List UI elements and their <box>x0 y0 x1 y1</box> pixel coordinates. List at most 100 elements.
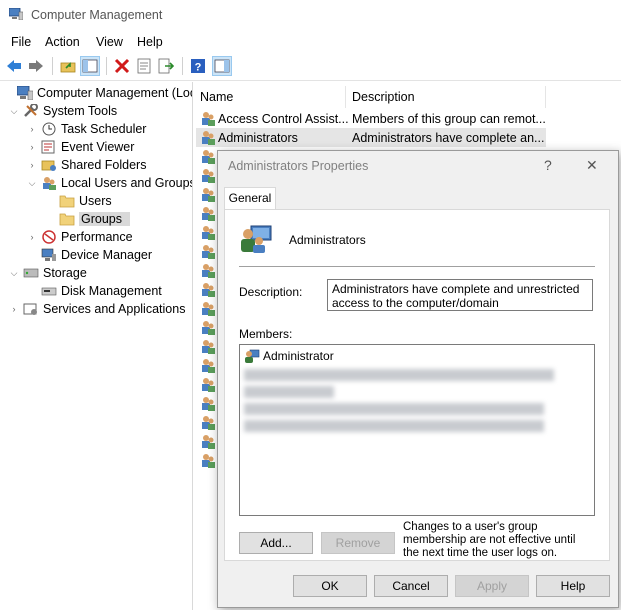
services-icon <box>23 303 37 315</box>
tree-local-users-groups[interactable]: ⌵ Local Users and Groups <box>26 174 193 192</box>
tree-users[interactable]: Users <box>44 192 112 210</box>
column-header-name[interactable]: Name <box>200 86 344 108</box>
add-button[interactable]: Add... <box>239 532 313 554</box>
computer-management-icon <box>17 86 33 100</box>
toolbar: ? <box>0 53 621 81</box>
tree-label: Disk Management <box>61 284 162 298</box>
forward-icon[interactable] <box>26 56 46 76</box>
export-icon[interactable] <box>156 56 176 76</box>
tree-label: Storage <box>43 266 87 280</box>
tree-label: Local Users and Groups <box>61 176 193 190</box>
tree-disk-management[interactable]: Disk Management <box>26 282 162 300</box>
menu-bar: File Action View Help <box>0 31 621 53</box>
menu-action[interactable]: Action <box>45 35 80 49</box>
column-separator[interactable] <box>345 86 346 108</box>
toolbar-separator <box>106 57 107 75</box>
help-button[interactable]: Help <box>536 575 610 597</box>
event-viewer-icon <box>41 140 55 154</box>
console-tree: Computer Management (Local ⌵ System Tool… <box>0 82 193 610</box>
tree-label: Groups <box>79 212 130 226</box>
group-icon <box>202 416 215 430</box>
properties-icon[interactable] <box>134 56 154 76</box>
menu-file[interactable]: File <box>11 35 31 49</box>
collapse-icon[interactable]: ⌵ <box>26 178 38 189</box>
help-glyph-button[interactable]: ? <box>544 157 552 173</box>
window-title: Computer Management <box>31 8 163 22</box>
list-row[interactable]: Access Control Assist... Members of this… <box>196 109 546 128</box>
group-name: Administrators <box>218 130 298 145</box>
collapse-icon[interactable]: ⌵ <box>8 106 20 117</box>
help-icon[interactable]: ? <box>188 56 208 76</box>
tab-general[interactable]: General <box>224 187 276 210</box>
expand-icon[interactable]: › <box>26 142 38 152</box>
column-separator[interactable] <box>545 86 546 108</box>
toolbar-separator <box>182 57 183 75</box>
disk-icon <box>41 287 57 296</box>
folder-icon <box>59 213 75 226</box>
close-button[interactable]: ✕ <box>586 157 598 174</box>
member-item[interactable]: Administrator <box>244 349 334 363</box>
tree-label: Device Manager <box>61 248 153 262</box>
column-description-label: Description <box>352 90 415 104</box>
description-field[interactable]: Administrators have complete and unrestr… <box>327 279 593 311</box>
description-label: Description: <box>239 285 303 299</box>
menu-view[interactable]: View <box>96 35 123 49</box>
tab-panel-general: Administrators Description: Administrato… <box>224 209 610 561</box>
group-name: Administrators <box>289 233 366 247</box>
group-icon <box>202 378 215 392</box>
members-list[interactable]: Administrator <box>239 344 595 516</box>
back-icon[interactable] <box>4 56 24 76</box>
tree-label: Task Scheduler <box>61 122 147 136</box>
menu-help[interactable]: Help <box>137 35 163 49</box>
group-icon <box>202 207 215 221</box>
expand-icon[interactable]: › <box>26 124 38 134</box>
group-icon <box>202 245 215 259</box>
tree-groups[interactable]: Groups <box>44 210 130 228</box>
tree-shared-folders[interactable]: › Shared Folders <box>26 156 147 174</box>
tree-label: Computer Management (Local <box>37 86 193 100</box>
tree-services-applications[interactable]: › Services and Applications <box>8 300 186 318</box>
group-icon <box>202 435 215 449</box>
list-row[interactable]: Administrators Administrators have compl… <box>196 128 546 147</box>
member-name: Administrator <box>263 349 334 363</box>
tree-storage[interactable]: ⌵ Storage <box>8 264 87 282</box>
expand-icon[interactable]: › <box>8 304 20 314</box>
clock-icon <box>42 122 56 136</box>
tree-event-viewer[interactable]: › Event Viewer <box>26 138 135 156</box>
tree-system-tools[interactable]: ⌵ System Tools <box>8 102 117 120</box>
device-manager-icon <box>41 248 56 261</box>
tree-label: System Tools <box>43 104 118 118</box>
collapse-icon[interactable]: ⌵ <box>8 268 20 279</box>
expand-icon[interactable]: › <box>26 232 38 242</box>
computer-management-icon <box>9 8 23 20</box>
tree-task-scheduler[interactable]: › Task Scheduler <box>26 120 147 138</box>
user-icon <box>245 349 260 363</box>
tree-root[interactable]: Computer Management (Local <box>2 84 193 102</box>
group-icon <box>202 130 215 145</box>
up-folder-icon[interactable] <box>58 56 78 76</box>
tree-device-manager[interactable]: Device Manager <box>26 246 152 264</box>
ok-button[interactable]: OK <box>293 575 367 597</box>
expand-icon[interactable]: › <box>26 160 38 170</box>
tree-label: Users <box>79 194 112 208</box>
group-icon <box>202 264 215 278</box>
tree-label: Performance <box>61 230 133 244</box>
group-icon <box>202 188 215 202</box>
group-icon <box>241 225 272 253</box>
properties-dialog: Administrators Properties ? ✕ General Ad… <box>217 150 619 608</box>
tree-label: Services and Applications <box>43 302 186 316</box>
members-label: Members: <box>239 327 293 341</box>
tools-icon <box>24 104 38 117</box>
column-header-description[interactable]: Description <box>352 86 544 108</box>
tree-performance[interactable]: › Performance <box>26 228 133 246</box>
delete-icon[interactable] <box>112 56 132 76</box>
storage-icon <box>23 268 39 278</box>
action-pane-icon[interactable] <box>212 56 232 76</box>
group-icon <box>202 169 215 183</box>
show-hide-tree-icon[interactable] <box>80 56 100 76</box>
group-name: Access Control Assist... <box>218 111 348 126</box>
group-icon <box>202 397 215 411</box>
cancel-button[interactable]: Cancel <box>374 575 448 597</box>
title-bar: Computer Management <box>0 0 621 31</box>
svg-text:?: ? <box>195 62 202 74</box>
